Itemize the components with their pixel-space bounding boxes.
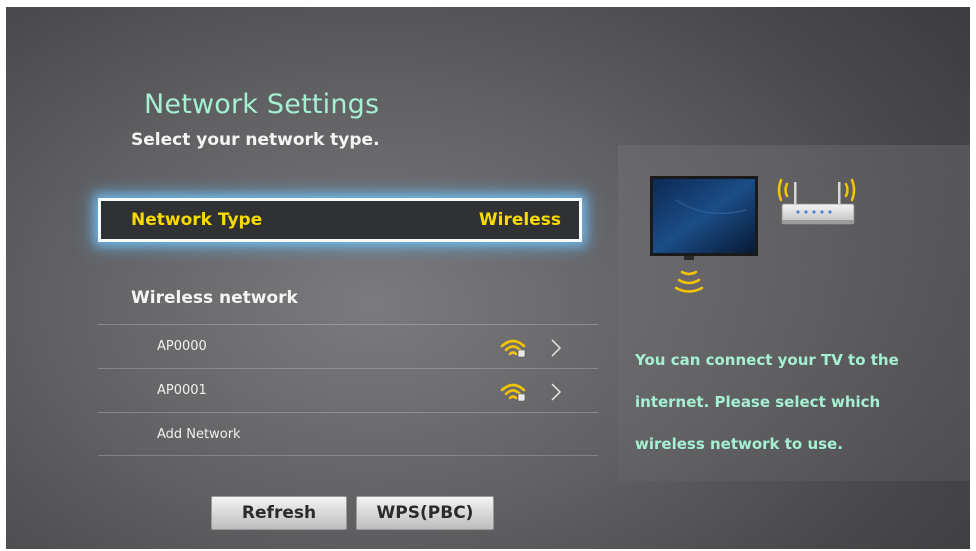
tv-router-illustration [650,176,856,293]
chevron-right-icon [551,383,562,401]
page-subtitle: Select your network type. [131,130,380,150]
network-item-ap0000[interactable]: AP0000 [98,324,598,368]
router-signal-icon [777,178,856,202]
network-type-label: Network Type [131,210,263,230]
tv-icon [650,176,758,260]
wps-pbc-button[interactable]: WPS(PBC) [356,496,494,530]
wireless-network-list: AP0000 AP0001 Add Network [98,324,598,456]
refresh-button[interactable]: Refresh [211,496,347,530]
wireless-network-heading: Wireless network [131,288,298,308]
network-name: AP0000 [157,339,207,354]
add-network-item[interactable]: Add Network [98,412,598,456]
wifi-secured-icon [500,383,526,402]
chevron-right-icon [551,339,562,357]
wifi-secured-icon [500,339,526,358]
network-type-value: Wireless [478,210,561,230]
network-item-ap0001[interactable]: AP0001 [98,368,598,412]
page-title: Network Settings [144,89,380,120]
tv-signal-icon [674,270,704,293]
router-icon [781,182,855,225]
network-type-selector[interactable]: Network Type Wireless [98,198,582,242]
add-network-label: Add Network [157,426,241,442]
network-name: AP0001 [157,383,207,398]
tv-screen: Network Settings Select your network typ… [6,7,970,549]
info-text: You can connect your TV to the internet.… [635,351,899,453]
